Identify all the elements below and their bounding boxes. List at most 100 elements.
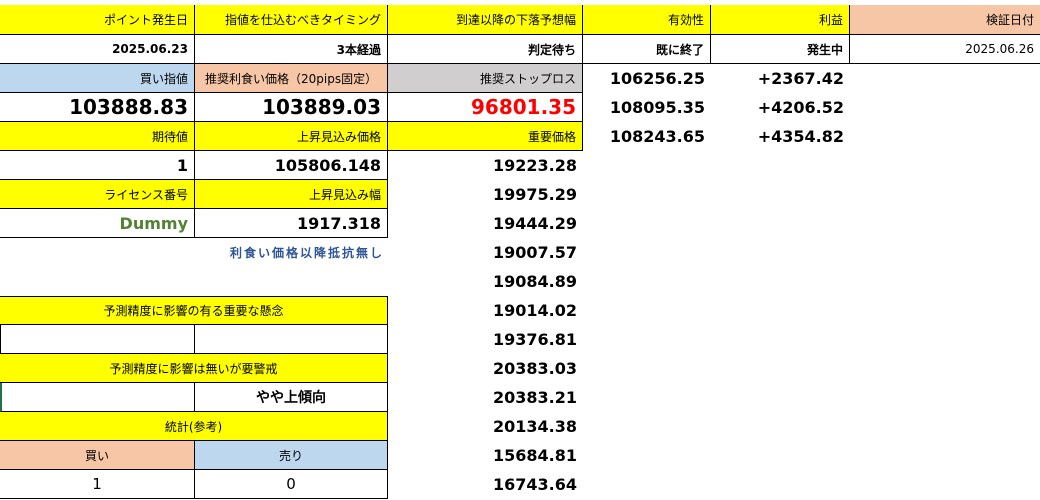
caution-label: 予測精度に影響は無いが要警戒: [109, 361, 278, 376]
important-price-value: 20383.03: [492, 359, 577, 378]
stop-loss-cell[interactable]: 96801.35: [388, 93, 583, 122]
take-profit-value: 103889.03: [262, 95, 381, 119]
stats-header[interactable]: 統計(参考): [0, 412, 388, 441]
concern-header[interactable]: 予測精度に影響の有る重要な懸念: [0, 296, 388, 325]
important-price-cell[interactable]: 19444.29: [388, 209, 583, 238]
important-price-value: 19376.81: [492, 330, 577, 349]
take-profit-cell[interactable]: 103889.03: [195, 93, 388, 122]
buy-limit-label: 買い指値: [139, 71, 188, 86]
important-price-label: 重要価格: [527, 129, 576, 144]
license-cell[interactable]: Dummy: [0, 209, 195, 238]
stats-buy-label: 買い: [84, 448, 109, 463]
rise-price-label-cell[interactable]: 上昇見込み価格: [195, 122, 388, 151]
license-label-cell[interactable]: ライセンス番号: [0, 180, 195, 209]
timing-cell[interactable]: 3本経過: [195, 35, 388, 64]
important-price-label-cell[interactable]: 重要価格: [388, 122, 583, 151]
important-price-value: 19084.89: [492, 272, 577, 291]
important-price-cell[interactable]: 15684.81: [388, 441, 583, 470]
buy-limit-cell[interactable]: 103888.83: [0, 93, 195, 122]
header-profit-label: 利益: [818, 13, 843, 27]
important-price-value: 19444.29: [492, 214, 577, 233]
stats-sell-cell[interactable]: 0: [195, 470, 388, 499]
target-profit-2-value: +4206.52: [757, 98, 844, 117]
target-profit-1[interactable]: +2367.42: [711, 64, 850, 93]
point-date-value: 2025.06.23: [112, 42, 188, 56]
caution-header[interactable]: 予測精度に影響は無いが要警戒: [0, 354, 388, 383]
validity-cell[interactable]: 既に終了: [583, 35, 711, 64]
stats-buy-header[interactable]: 買い: [0, 441, 195, 470]
take-profit-label-cell[interactable]: 推奨利食い価格（20pips固定）: [195, 64, 388, 93]
rise-price-value: 105806.148: [274, 155, 381, 175]
important-price-cell[interactable]: 20383.21: [388, 383, 583, 412]
header-verify-date[interactable]: 検証日付: [850, 5, 1040, 35]
header-point-date[interactable]: ポイント発生日: [0, 5, 195, 35]
stats-buy-cell[interactable]: 1: [0, 470, 195, 499]
caution-right-cell[interactable]: やや上傾向: [195, 383, 388, 412]
buy-limit-label-cell[interactable]: 買い指値: [0, 64, 195, 93]
stop-loss-value: 96801.35: [470, 95, 576, 119]
important-price-cell[interactable]: 20383.03: [388, 354, 583, 383]
header-timing-label: 指値を仕込むべきタイミング: [224, 13, 381, 27]
header-drop-forecast-label: 到達以降の下落予想幅: [455, 13, 576, 27]
concern-left-cell[interactable]: [0, 325, 195, 354]
no-resistance-note[interactable]: 利食い価格以降抵抗無し: [0, 238, 388, 267]
target-price-3[interactable]: 108243.65: [583, 122, 711, 151]
header-validity[interactable]: 有効性: [583, 5, 711, 35]
profit-value: 発生中: [806, 42, 843, 57]
target-profit-1-value: +2367.42: [757, 69, 844, 88]
stop-loss-label-cell[interactable]: 推奨ストップロス: [388, 64, 583, 93]
stats-sell-value: 0: [286, 475, 296, 493]
target-price-1[interactable]: 106256.25: [583, 64, 711, 93]
verify-date-cell[interactable]: 2025.06.26: [850, 35, 1040, 64]
point-date-cell[interactable]: 2025.06.23: [0, 35, 195, 64]
validity-value: 既に終了: [655, 42, 704, 57]
important-price-value: 19007.57: [492, 243, 577, 262]
important-price-cell[interactable]: 19376.81: [388, 325, 583, 354]
expected-label-cell[interactable]: 期待値: [0, 122, 195, 151]
rise-price-cell[interactable]: 105806.148: [195, 151, 388, 180]
expected-value: 1: [176, 155, 188, 175]
license-value: Dummy: [119, 213, 188, 233]
rise-range-cell[interactable]: 1917.318: [195, 209, 388, 238]
stop-loss-label: 推奨ストップロス: [479, 71, 576, 86]
header-point-date-label: ポイント発生日: [103, 13, 188, 27]
important-price-cell[interactable]: 16743.64: [388, 470, 583, 499]
concern-label: 予測精度に影響の有る重要な懸念: [103, 304, 284, 318]
important-price-cell[interactable]: 19975.29: [388, 180, 583, 209]
important-price-value: 20134.38: [492, 417, 577, 436]
target-profit-2[interactable]: +4206.52: [711, 93, 850, 122]
caution-left-cell[interactable]: [0, 383, 195, 412]
caution-right-value: やや上傾向: [256, 390, 326, 406]
header-verify-date-label: 検証日付: [985, 13, 1034, 27]
drop-forecast-value: 判定待ち: [527, 42, 576, 57]
concern-right-cell[interactable]: [195, 325, 388, 354]
license-label: ライセンス番号: [104, 187, 188, 202]
header-validity-label: 有効性: [667, 13, 704, 27]
target-price-3-value: 108243.65: [609, 127, 705, 146]
important-price-cell[interactable]: 19007.57: [388, 238, 583, 267]
stats-sell-header[interactable]: 売り: [195, 441, 388, 470]
target-profit-3-value: +4354.82: [757, 127, 844, 146]
important-price-cell[interactable]: 19014.02: [388, 296, 583, 325]
header-drop-forecast[interactable]: 到達以降の下落予想幅: [388, 5, 583, 35]
expected-cell[interactable]: 1: [0, 151, 195, 180]
target-price-2[interactable]: 108095.35: [583, 93, 711, 122]
verify-date-value: 2025.06.26: [965, 42, 1034, 56]
stats-sell-label: 売り: [278, 448, 303, 463]
rise-range-value: 1917.318: [296, 213, 381, 233]
important-price-cell[interactable]: 19223.28: [388, 151, 583, 180]
important-price-value: 19014.02: [492, 301, 577, 320]
header-timing[interactable]: 指値を仕込むべきタイミング: [195, 5, 388, 35]
drop-forecast-cell[interactable]: 判定待ち: [388, 35, 583, 64]
expected-label: 期待値: [151, 129, 188, 144]
header-profit[interactable]: 利益: [711, 5, 850, 35]
important-price-cell[interactable]: 20134.38: [388, 412, 583, 441]
target-price-1-value: 106256.25: [609, 69, 705, 88]
timing-value: 3本経過: [336, 42, 381, 57]
rise-range-label-cell[interactable]: 上昇見込み幅: [195, 180, 388, 209]
important-price-cell[interactable]: 19084.89: [388, 267, 583, 296]
important-price-value: 19975.29: [492, 185, 577, 204]
target-profit-3[interactable]: +4354.82: [711, 122, 850, 151]
stats-label: 統計(参考): [164, 419, 223, 434]
profit-cell[interactable]: 発生中: [711, 35, 850, 64]
